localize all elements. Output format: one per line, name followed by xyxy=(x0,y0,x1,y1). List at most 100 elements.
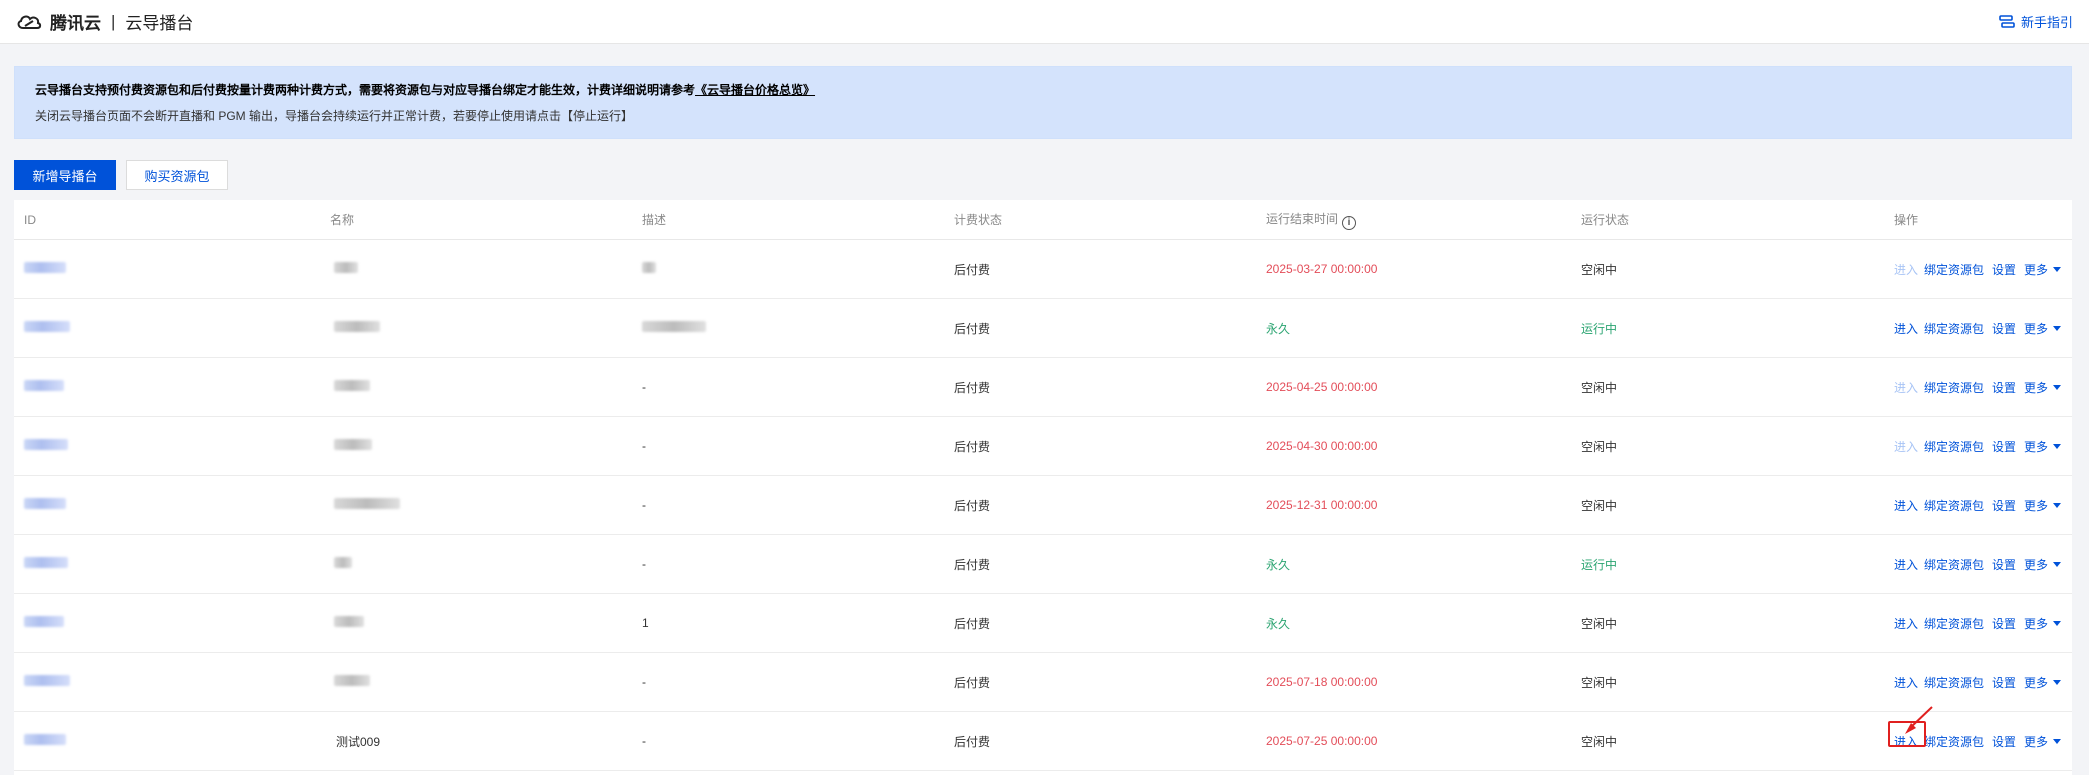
cell-desc: - xyxy=(634,675,944,689)
cell-ops: 进入 绑定资源包 设置 更多 xyxy=(1872,320,2072,337)
run-status-text: 空闲中 xyxy=(1581,439,1618,454)
more-dropdown[interactable]: 更多 xyxy=(2024,615,2062,632)
more-dropdown[interactable]: 更多 xyxy=(2024,674,2062,691)
notice-line-1: 云导播台支持预付费资源包和后付费按量计费两种计费方式，需要将资源包与对应导播台绑… xyxy=(35,81,2051,98)
redacted-id-link[interactable] xyxy=(24,380,64,391)
product-title: 云导播台 xyxy=(125,14,194,33)
bind-package-button[interactable]: 绑定资源包 xyxy=(1924,438,1984,455)
buy-package-button[interactable]: 购买资源包 xyxy=(126,160,228,190)
end-time-text: 2025-07-25 00:00:00 xyxy=(1266,734,1378,748)
end-time-text: 永久 xyxy=(1266,557,1291,572)
caret-down-icon xyxy=(2053,561,2062,567)
cell-billing: 后付费 xyxy=(944,615,1254,632)
logo-text: 腾讯云 xyxy=(50,14,101,33)
column-header-status: 运行状态 xyxy=(1581,213,1630,227)
pricing-overview-link[interactable]: 《云导播台价格总览》 xyxy=(695,83,815,97)
settings-button[interactable]: 设置 xyxy=(1992,497,2016,514)
annotation-arrow-icon xyxy=(1905,706,1933,734)
caret-down-icon xyxy=(2053,384,2062,390)
more-dropdown[interactable]: 更多 xyxy=(2024,320,2062,337)
redacted-id-link[interactable] xyxy=(24,321,70,332)
settings-button[interactable]: 设置 xyxy=(1992,733,2016,750)
enter-button[interactable]: 进入 xyxy=(1894,617,1918,631)
guide-label: 新手指引 xyxy=(2020,15,2073,30)
more-dropdown[interactable]: 更多 xyxy=(2024,733,2062,750)
settings-button[interactable]: 设置 xyxy=(1992,674,2016,691)
billing-notice: 云导播台支持预付费资源包和后付费按量计费两种计费方式，需要将资源包与对应导播台绑… xyxy=(14,66,2072,139)
end-time-header-label: 运行结束时间 xyxy=(1266,211,1339,226)
cell-ops: 进入 绑定资源包 设置 更多 xyxy=(1872,615,2072,632)
cell-end-time: 永久 xyxy=(1254,615,1563,632)
billing-status-text: 后付费 xyxy=(954,557,991,572)
redacted-name xyxy=(334,498,400,509)
caret-down-icon xyxy=(2053,443,2062,449)
settings-button[interactable]: 设置 xyxy=(1992,261,2016,278)
enter-button[interactable]: 进入 xyxy=(1894,381,1918,395)
bind-package-button[interactable]: 绑定资源包 xyxy=(1924,615,1984,632)
bind-package-button[interactable]: 绑定资源包 xyxy=(1924,379,1984,396)
redacted-id-link[interactable] xyxy=(24,616,64,627)
cell-ops: 进入 绑定资源包 设置 更多 xyxy=(1872,438,2072,455)
info-icon[interactable]: i xyxy=(1342,215,1357,230)
cell-name xyxy=(324,380,634,394)
guide-button[interactable]: 新手指引 xyxy=(1999,12,2073,31)
cell-name xyxy=(324,321,634,335)
cell-ops: 进入 绑定资源包 设置 更多 xyxy=(1872,379,2072,396)
run-status-text: 空闲中 xyxy=(1581,498,1618,513)
run-status-text: 运行中 xyxy=(1581,557,1618,572)
notice-line-2: 关闭云导播台页面不会断开直播和 PGM 输出，导播台会持续运行并正常计费，若要停… xyxy=(35,107,2051,124)
bind-package-button[interactable]: 绑定资源包 xyxy=(1924,320,1984,337)
cell-desc: - xyxy=(634,734,944,748)
cell-status: 空闲中 xyxy=(1563,674,1872,691)
cell-desc: 1 xyxy=(634,616,944,630)
caret-down-icon xyxy=(2053,620,2062,626)
more-dropdown[interactable]: 更多 xyxy=(2024,438,2062,455)
redacted-id-link[interactable] xyxy=(24,439,68,450)
enter-button[interactable]: 进入 xyxy=(1894,322,1918,336)
table-row: 后付费 2025-03-27 00:00:00 空闲中 进入 绑定资源包 设置 更多 xyxy=(14,240,2072,299)
create-director-button[interactable]: 新增导播台 xyxy=(14,160,116,190)
cell-status: 空闲中 xyxy=(1563,261,1872,278)
more-label: 更多 xyxy=(2024,734,2049,749)
cell-billing: 后付费 xyxy=(944,438,1254,455)
enter-button[interactable]: 进入 xyxy=(1894,499,1918,513)
settings-button[interactable]: 设置 xyxy=(1992,615,2016,632)
redacted-id-link[interactable] xyxy=(24,675,70,686)
row-desc-text: - xyxy=(642,675,646,689)
bind-package-button[interactable]: 绑定资源包 xyxy=(1924,261,1984,278)
cell-id xyxy=(14,439,324,453)
redacted-id-link[interactable] xyxy=(24,262,66,273)
more-dropdown[interactable]: 更多 xyxy=(2024,497,2062,514)
cell-desc: - xyxy=(634,498,944,512)
settings-button[interactable]: 设置 xyxy=(1992,379,2016,396)
settings-button[interactable]: 设置 xyxy=(1992,320,2016,337)
enter-button[interactable]: 进入 xyxy=(1894,263,1918,277)
cell-billing: 后付费 xyxy=(944,674,1254,691)
end-time-text: 2025-12-31 00:00:00 xyxy=(1266,498,1378,512)
cell-id xyxy=(14,734,324,748)
cell-status: 空闲中 xyxy=(1563,379,1872,396)
run-status-text: 空闲中 xyxy=(1581,675,1618,690)
more-label: 更多 xyxy=(2024,498,2049,513)
brand[interactable]: 腾讯云 | 云导播台 xyxy=(16,9,193,34)
redacted-id-link[interactable] xyxy=(24,557,68,568)
settings-button[interactable]: 设置 xyxy=(1992,438,2016,455)
more-dropdown[interactable]: 更多 xyxy=(2024,556,2062,573)
enter-button[interactable]: 进入 xyxy=(1894,676,1918,690)
bind-package-button[interactable]: 绑定资源包 xyxy=(1924,497,1984,514)
billing-status-text: 后付费 xyxy=(954,734,991,749)
more-dropdown[interactable]: 更多 xyxy=(2024,379,2062,396)
redacted-id-link[interactable] xyxy=(24,734,66,745)
bind-package-button[interactable]: 绑定资源包 xyxy=(1924,674,1984,691)
cell-billing: 后付费 xyxy=(944,320,1254,337)
run-status-text: 空闲中 xyxy=(1581,616,1618,631)
enter-button[interactable]: 进入 xyxy=(1894,558,1918,572)
table-header: ID 名称 描述 计费状态 运行结束时间 i 运行状态 操作 xyxy=(14,200,2072,240)
enter-button[interactable]: 进入 xyxy=(1894,440,1918,454)
settings-button[interactable]: 设置 xyxy=(1992,556,2016,573)
more-dropdown[interactable]: 更多 xyxy=(2024,261,2062,278)
redacted-id-link[interactable] xyxy=(24,498,66,509)
cell-id xyxy=(14,262,324,276)
cell-name xyxy=(324,557,634,571)
bind-package-button[interactable]: 绑定资源包 xyxy=(1924,556,1984,573)
